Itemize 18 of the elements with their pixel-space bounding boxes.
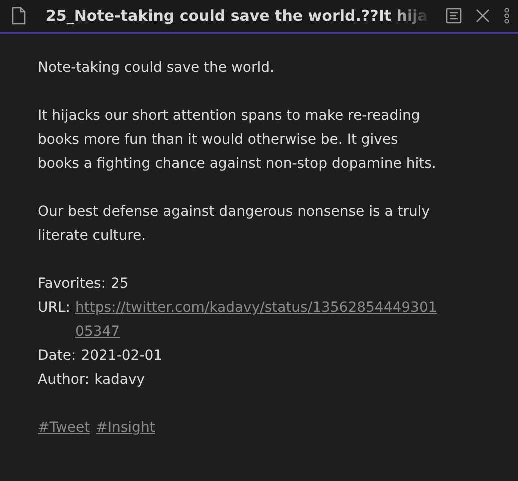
paragraph: Note-taking could save the world. — [38, 59, 276, 78]
reading-mode-icon[interactable] — [446, 8, 462, 24]
close-icon[interactable] — [476, 9, 490, 23]
field-value: 2021-02-01 — [81, 347, 163, 366]
paragraph: Our best defense against dangerous nonsense is a truly literate culture. — [38, 203, 432, 246]
field-label: Date: — [38, 347, 76, 366]
field-value: kadavy — [94, 371, 146, 390]
tag-link[interactable]: #Insight — [96, 416, 156, 440]
paragraph: It hijacks our short attention spans to make re-reading books more fun than it would otherwise be. It gives books a fighting chance against non-stop dopamine hits. — [38, 107, 438, 174]
more-options-icon[interactable] — [504, 8, 510, 24]
field-label: Author: — [38, 371, 90, 390]
note-title: 25_Note-taking could save the world.??It hija — [45, 7, 429, 25]
file-icon — [12, 7, 26, 25]
field-label: URL: — [38, 299, 70, 318]
field-label: Favorites: — [38, 275, 106, 294]
url-link[interactable]: https://twitter.com/kadavy/status/1356285444930105347 — [76, 296, 443, 344]
field-value: 25 — [110, 275, 129, 294]
tag-link[interactable]: #Tweet — [38, 416, 90, 440]
